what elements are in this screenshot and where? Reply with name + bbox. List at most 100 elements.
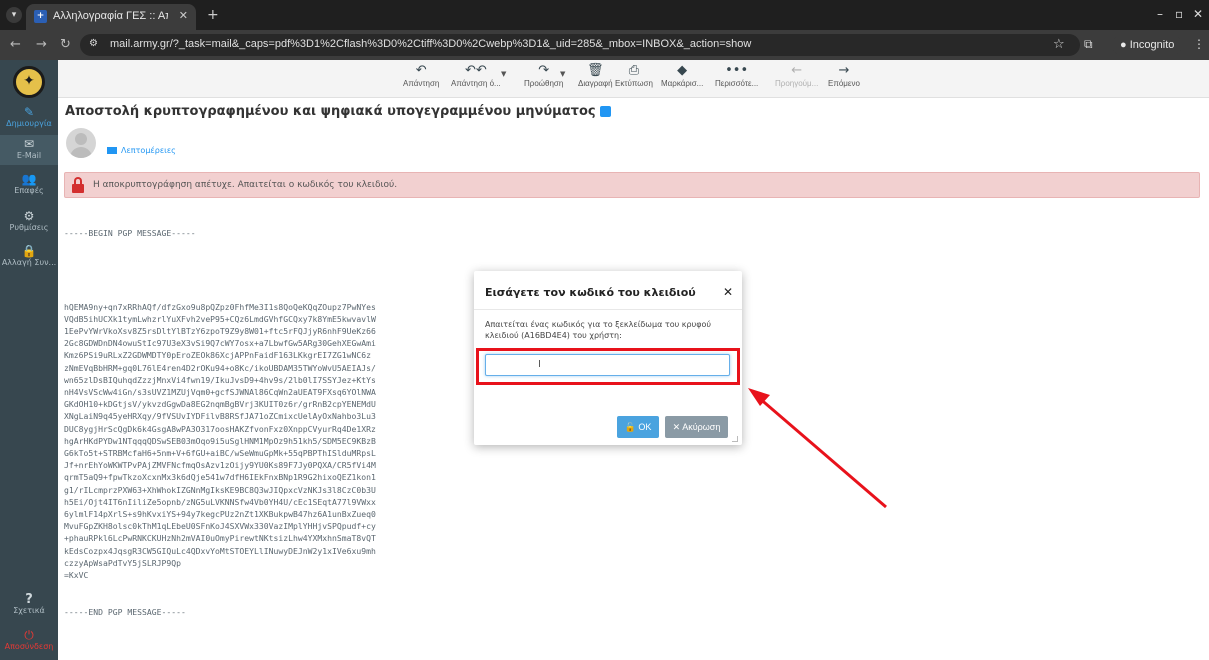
- delete-button[interactable]: 🗑 Διαγραφή: [578, 63, 613, 88]
- minimize-icon[interactable]: –: [1157, 7, 1163, 21]
- cancel-label: Ακύρωση: [682, 421, 721, 432]
- envelope-icon: [107, 147, 117, 154]
- pgp-line: +phauRPkl6LcPwRNKCKUHzNh2mVAI0uOmyPirewt…: [64, 533, 376, 544]
- question-icon: ?: [25, 592, 33, 607]
- reply-icon: ↶: [415, 63, 427, 78]
- tab-search-button[interactable]: ▾: [6, 7, 22, 23]
- back-icon[interactable]: ←: [10, 37, 21, 52]
- resize-grip[interactable]: [732, 436, 738, 442]
- dialog-title: Εισάγετε τον κωδικό του κλειδιού: [485, 286, 696, 299]
- pgp-line: czzyApWsaPdTvY5jSLRJP9Qp: [64, 557, 181, 568]
- forward-button[interactable]: ↷ Προώθηση: [524, 63, 563, 88]
- print-button[interactable]: ⎙ Εκτύπωση: [615, 63, 653, 88]
- sidebar-item-change-password[interactable]: 🔒 Αλλαγή Συν...: [0, 244, 58, 274]
- reload-icon[interactable]: ↻: [60, 37, 71, 52]
- sidebar-item-mail[interactable]: ✉ E-Mail: [0, 135, 58, 165]
- extensions-icon[interactable]: ⧉: [1084, 37, 1093, 52]
- pgp-line: =KxVC: [64, 570, 89, 581]
- pgp-line: G6kTo5t+STRBMcfaH6+5nm+V+6fGU+aiBC/wSeWm…: [64, 448, 376, 459]
- sidebar-item-label: E-Mail: [16, 151, 42, 160]
- delete-label: Διαγραφή: [578, 79, 613, 88]
- pgp-line: nH4VsVScWw4iGn/s3sUVZ1MZUjVqm0+gcfSJWNAl…: [64, 387, 376, 398]
- pgp-line: VQdB5ihUCXk1tymLwhzrlYuXFvh2veP95+CQz6Lm…: [64, 313, 376, 324]
- sidebar-item-label: Επαφές: [14, 186, 44, 195]
- details-link-text[interactable]: Λεπτομέρειες: [121, 146, 176, 155]
- pgp-line: Kmz6PSi9uRLxZ2GDWMDTY0pEroZEOk86XcjAPPnF…: [64, 350, 371, 361]
- mark-button[interactable]: ◆ Μαρκάρισ...: [661, 63, 703, 88]
- pgp-line: hQEMA9ny+qn7xRRhAQf/dfzGxo9u8pQZpz0FhfMe…: [64, 301, 376, 312]
- reply-all-button[interactable]: ↶↶ Απάντηση ό...: [451, 63, 501, 88]
- pgp-line: 1EePvYWrVkoXsv8Z5rsDltYlBTzY6zpoT9Z9y8W0…: [64, 326, 376, 337]
- forward-icon[interactable]: →: [36, 37, 47, 52]
- message-toolbar: ↶ Απάντηση ↶↶ Απάντηση ό... ▼ ↷ Προώθηση…: [58, 60, 1209, 98]
- mark-label: Μαρκάρισ...: [661, 79, 704, 88]
- unlock-icon: 🔓: [624, 421, 636, 432]
- dialog-divider: [474, 309, 742, 310]
- incognito-label: Incognito: [1129, 39, 1175, 51]
- reply-label: Απάντηση: [403, 79, 440, 88]
- sidebar-item-contacts[interactable]: 👥 Επαφές: [0, 172, 58, 202]
- details-link[interactable]: Λεπτομέρειες: [107, 146, 176, 155]
- pgp-line: GKdOH10+kDGtjsV/ykvzdGgwDa8EG2nqmBgBVrj3…: [64, 399, 376, 410]
- ok-button[interactable]: 🔓 OK: [617, 416, 659, 438]
- previous-button[interactable]: ← Προηγούμ...: [775, 63, 818, 88]
- dialog-description: Απαιτείται ένας κωδικός για το ξεκλείδωμ…: [485, 320, 712, 340]
- alert-text: Η αποκρυπτογράφηση απέτυχε. Απαιτείται ο…: [93, 180, 398, 190]
- app-sidebar: ✦ ✎ Δημιουργία ✉ E-Mail 👥 Επαφές ⚙ Ρυθμί…: [0, 60, 58, 660]
- dialog-close-icon[interactable]: ✕: [723, 285, 733, 299]
- reply-button[interactable]: ↶ Απάντηση: [403, 63, 439, 88]
- pgp-end-line: -----END PGP MESSAGE-----: [64, 606, 186, 617]
- sidebar-item-label: Ρυθμίσεις: [9, 223, 49, 232]
- browser-tab[interactable]: + Αλληλογραφία ΓΕΣ :: Απο ✕: [26, 4, 196, 30]
- pgp-line: MvuFGpZKH8olsc0kThM1qLEbeU0SFnKoJ4SXVWx3…: [64, 521, 376, 532]
- pgp-message-body: -----BEGIN PGP MESSAGE----- hQEMA9ny+qn7…: [64, 203, 376, 630]
- pgp-line: h5Ei/Ojt4IT6nIiliZe5opnb/zNG5uLVKNNSfw4V…: [64, 496, 376, 507]
- sidebar-item-label: Αποσύνδεση: [4, 642, 54, 651]
- sidebar-item-logout[interactable]: ⏻ Αποσύνδεση: [0, 628, 58, 658]
- gear-icon: ⚙: [23, 209, 35, 223]
- new-tab-button[interactable]: +: [207, 7, 219, 23]
- site-info-icon[interactable]: ⚙: [89, 38, 98, 49]
- arrow-right-icon: →: [838, 63, 850, 78]
- bookmark-star-icon[interactable]: ☆: [1053, 37, 1065, 52]
- sidebar-item-compose[interactable]: ✎ Δημιουργία: [0, 103, 58, 133]
- url-text[interactable]: mail.army.gr/?_task=mail&_caps=pdf%3D1%2…: [110, 38, 751, 50]
- next-button[interactable]: → Επόμενο: [828, 63, 860, 88]
- window-close-icon[interactable]: ✕: [1193, 7, 1203, 21]
- contacts-icon: 👥: [21, 172, 37, 186]
- browser-tab-bar: ▾ + Αλληλογραφία ΓΕΣ :: Απο ✕ + – ▫ ✕: [0, 0, 1209, 30]
- pgp-line: qrmT5aQ9+fpwTkzoXcxnMx3k6dQje541w7dfH6IE…: [64, 472, 376, 483]
- more-button[interactable]: ••• Περισσότε...: [715, 63, 758, 88]
- reply-all-label: Απάντηση ό...: [451, 79, 501, 88]
- restore-icon[interactable]: ▫: [1175, 7, 1183, 21]
- more-label: Περισσότε...: [715, 79, 759, 88]
- reply-all-dropdown-icon[interactable]: ▼: [501, 70, 506, 78]
- pgp-lines: hQEMA9ny+qn7xRRhAQf/dfzGxo9u8pQZpz0FhfMe…: [64, 301, 376, 582]
- pgp-line: zNmEVqBbHRM+gq0L76lE4ren4D2rOKu94+o8Kc/i…: [64, 362, 376, 373]
- tab-close-icon[interactable]: ✕: [179, 9, 188, 22]
- reply-all-icon: ↶↶: [464, 63, 487, 78]
- tag-icon: ◆: [677, 63, 688, 78]
- next-label: Επόμενο: [828, 79, 860, 88]
- message-subject: Αποστολή κρυπτογραφημένου και ψηφιακά υπ…: [65, 104, 611, 119]
- incognito-icon: ●: [1120, 39, 1127, 51]
- open-external-icon[interactable]: [599, 106, 611, 117]
- browser-menu-icon[interactable]: ⋮: [1193, 37, 1205, 51]
- compose-icon: ✎: [23, 105, 35, 119]
- pgp-line: DUC8ygjHrScQgDk6k4GsgA8wPA3O317oosHAKZfv…: [64, 423, 376, 434]
- subject-text: Αποστολή κρυπτογραφημένου και ψηφιακά υπ…: [65, 104, 596, 119]
- app-logo[interactable]: ✦: [13, 66, 45, 98]
- print-label: Εκτύπωση: [615, 79, 653, 88]
- pgp-line: kEdsCozpx4JqsgR3CW5GIQuLc4QDxvYoMtSTOEYL…: [64, 545, 376, 556]
- favicon-icon: +: [34, 10, 47, 23]
- cancel-button[interactable]: ✕ Ακύρωση: [665, 416, 728, 438]
- arrow-left-icon: ←: [791, 63, 803, 78]
- power-icon: ⏻: [24, 628, 34, 642]
- lock-icon: [71, 177, 85, 193]
- forward-dropdown-icon[interactable]: ▼: [560, 70, 565, 78]
- incognito-badge[interactable]: ● Incognito: [1112, 35, 1183, 55]
- sidebar-item-settings[interactable]: ⚙ Ρυθμίσεις: [0, 209, 58, 239]
- sidebar-item-about[interactable]: ? Σχετικά: [0, 592, 58, 622]
- url-field[interactable]: ⚙ mail.army.gr/?_task=mail&_caps=pdf%3D1…: [80, 34, 1080, 56]
- ok-label: OK: [638, 421, 652, 432]
